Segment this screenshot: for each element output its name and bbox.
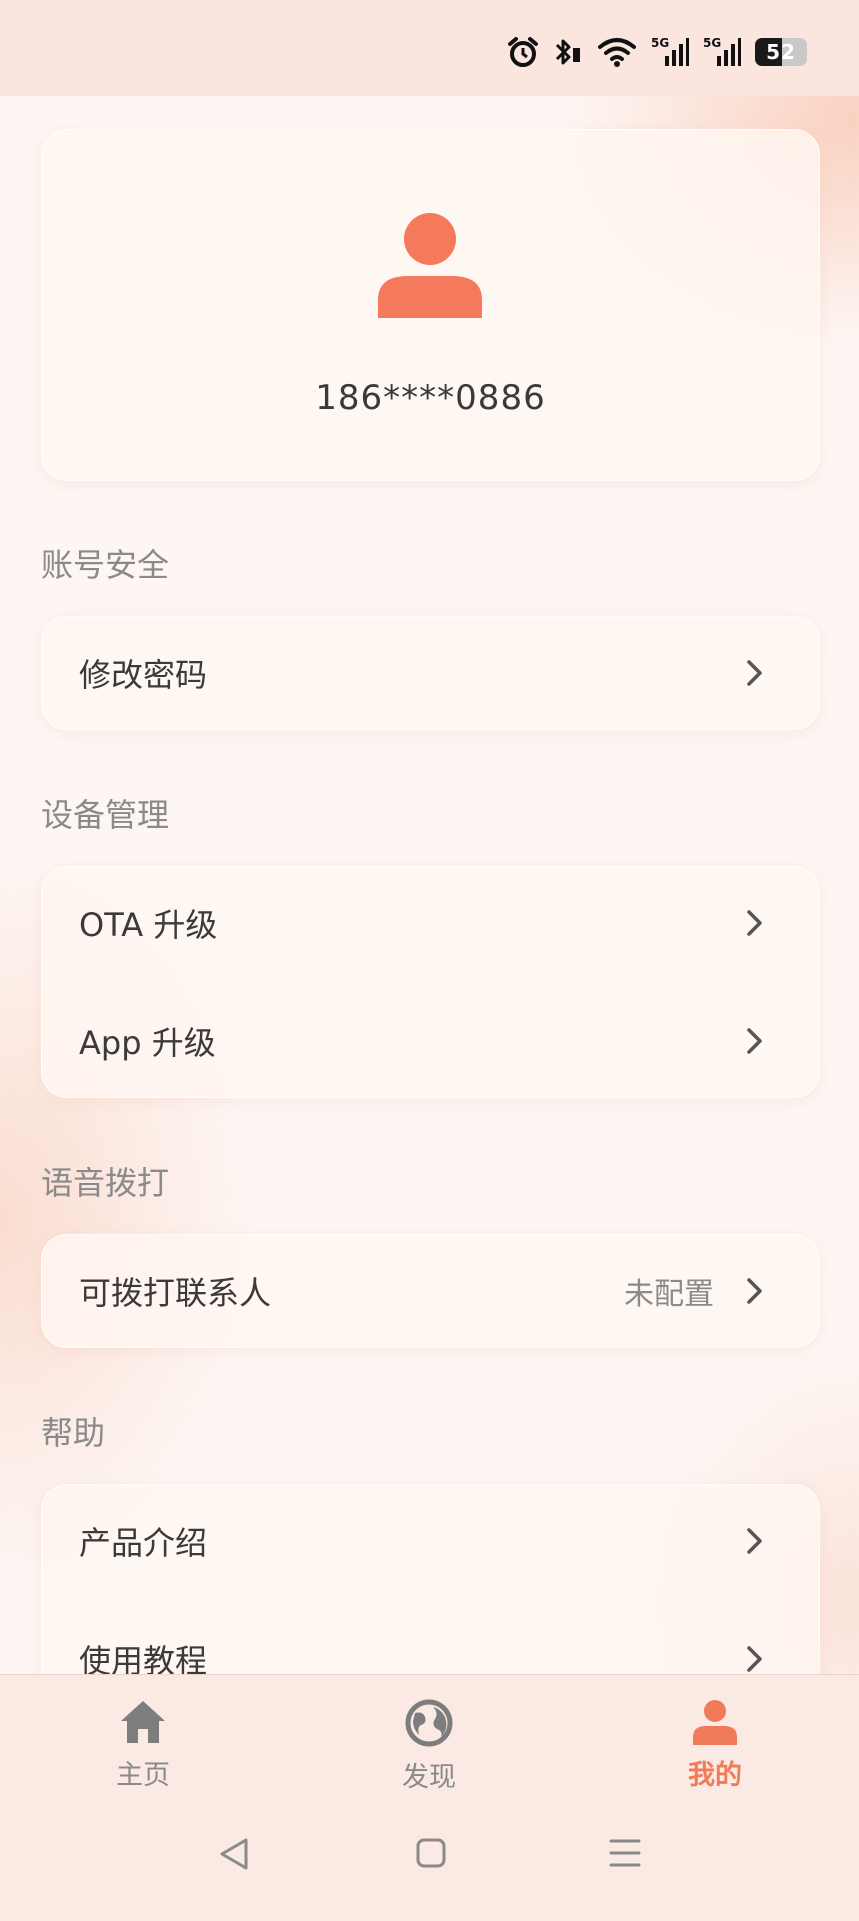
- menu-icon[interactable]: [609, 1837, 641, 1869]
- bottom-nav: 主页 发现 我的: [0, 1674, 859, 1921]
- chevron-right-icon: [747, 1646, 762, 1672]
- back-icon[interactable]: [218, 1837, 250, 1871]
- status-bar: 5G 5G 52: [0, 0, 859, 96]
- home-icon: [121, 1701, 165, 1743]
- list-item-product-intro[interactable]: 产品介绍: [42, 1491, 819, 1591]
- phone-number: 186****0886: [315, 378, 546, 418]
- tab-label: 主页: [116, 1760, 170, 1791]
- signal-5g-icon: 5G: [703, 36, 741, 66]
- chevron-right-icon: [747, 1278, 762, 1304]
- signal-5g-label: 5G: [703, 36, 721, 50]
- globe-icon: [405, 1699, 453, 1747]
- list-item-change-password[interactable]: 修改密码: [42, 623, 819, 723]
- status-icons: 5G 5G 52: [507, 32, 807, 72]
- row-label: App 升级: [79, 1024, 216, 1062]
- user-avatar-icon: [378, 213, 482, 318]
- profile-card[interactable]: 186****0886: [41, 129, 820, 481]
- section-title-account-security: 账号安全: [41, 546, 170, 584]
- tab-home[interactable]: 主页: [73, 1699, 213, 1792]
- row-label: 可拨打联系人: [79, 1274, 272, 1312]
- signal-5g-icon: 5G: [651, 36, 689, 66]
- voice-call-card: 可拨打联系人 未配置: [41, 1234, 820, 1348]
- section-title-device-management: 设备管理: [41, 796, 170, 834]
- tab-discover[interactable]: 发现: [359, 1699, 499, 1794]
- alarm-icon: [508, 37, 538, 67]
- wifi-icon: [598, 38, 636, 67]
- chevron-right-icon: [747, 910, 762, 936]
- chevron-right-icon: [747, 660, 762, 686]
- chevron-right-icon: [747, 1028, 762, 1054]
- tab-label: 发现: [402, 1762, 456, 1793]
- row-label: 产品介绍: [79, 1524, 208, 1562]
- home-square-icon[interactable]: [415, 1837, 447, 1869]
- device-management-card: OTA 升级 App 升级: [41, 866, 820, 1098]
- battery-level: 52: [766, 40, 796, 64]
- bluetooth-icon: [555, 39, 580, 65]
- battery-icon: 52: [755, 38, 807, 66]
- list-item-ota-upgrade[interactable]: OTA 升级: [42, 873, 819, 973]
- tab-mine[interactable]: 我的: [645, 1699, 785, 1792]
- row-value: 未配置: [624, 1277, 714, 1312]
- list-item-app-upgrade[interactable]: App 升级: [42, 991, 819, 1091]
- profile-icon: [693, 1700, 737, 1745]
- row-label: 修改密码: [79, 656, 208, 694]
- chevron-right-icon: [747, 1528, 762, 1554]
- section-title-help: 帮助: [41, 1414, 106, 1452]
- account-security-card: 修改密码: [41, 616, 820, 730]
- row-label: OTA 升级: [79, 906, 218, 944]
- tab-label: 我的: [688, 1760, 742, 1791]
- section-title-voice-call: 语音拨打: [41, 1164, 170, 1202]
- list-item-callable-contacts[interactable]: 可拨打联系人 未配置: [42, 1241, 819, 1341]
- signal-5g-label: 5G: [651, 36, 669, 50]
